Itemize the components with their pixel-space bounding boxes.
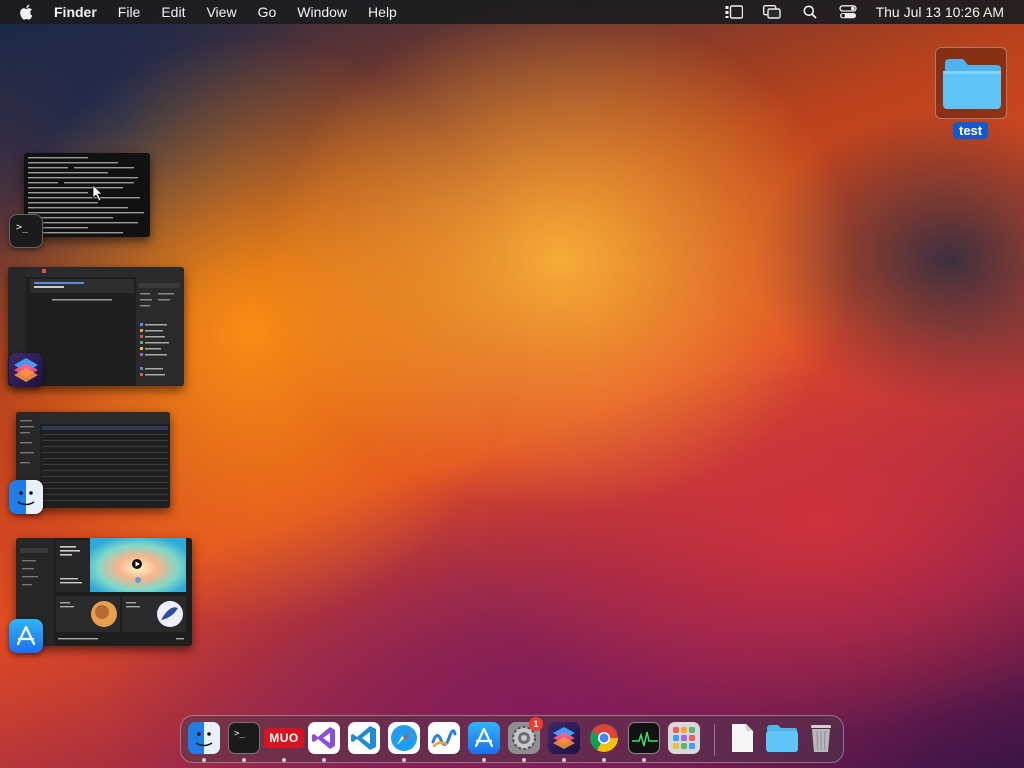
finder-app-icon[interactable] — [9, 480, 43, 514]
dock-finder[interactable] — [188, 722, 220, 754]
dock-launchpad[interactable] — [668, 722, 700, 754]
menu-app-name[interactable]: Finder — [54, 4, 97, 20]
muo-logo-text: MUO — [269, 731, 299, 745]
chrome-icon — [590, 724, 618, 752]
apple-icon[interactable] — [18, 3, 36, 21]
control-center-icon[interactable] — [838, 4, 858, 20]
terminal-icon: >_ — [234, 729, 245, 739]
svg-text:>_: >_ — [16, 222, 29, 233]
dock: >_ MUO — [180, 715, 844, 763]
dock-terminal-running — [242, 758, 246, 762]
dock-shortcuts-running — [562, 758, 566, 762]
stage-manager-icon[interactable] — [724, 4, 744, 20]
shortcuts-app-icon[interactable] — [9, 353, 43, 387]
dock-folder[interactable] — [765, 722, 799, 754]
dock-freeform[interactable] — [428, 722, 460, 754]
dock-chrome[interactable] — [588, 722, 620, 754]
folder-icon — [943, 59, 1001, 109]
desktop-folder-label[interactable]: test — [953, 122, 989, 139]
safari-icon — [391, 725, 417, 751]
menu-clock[interactable]: Thu Jul 13 10:26 AM — [876, 4, 1004, 20]
freeform-icon — [431, 729, 457, 748]
dock-trash[interactable] — [805, 722, 837, 754]
dock-safari-running — [402, 758, 406, 762]
app-store-icon — [474, 727, 494, 748]
launchpad-icon — [673, 727, 695, 749]
desktop-folder[interactable] — [935, 47, 1007, 119]
dock-chrome-running — [602, 758, 606, 762]
menu-window[interactable]: Window — [297, 4, 347, 20]
dock-activity-monitor-running — [642, 758, 646, 762]
terminal-app-icon[interactable]: >_ — [9, 214, 43, 248]
visual-studio-icon — [312, 727, 335, 749]
menu-file[interactable]: File — [118, 4, 141, 20]
dock-visual-studio[interactable] — [308, 722, 340, 754]
shortcuts-icon — [553, 727, 575, 749]
search-icon[interactable] — [800, 4, 820, 20]
svg-text:>_: >_ — [234, 729, 245, 739]
dock-terminal[interactable]: >_ — [228, 722, 260, 754]
menu-help[interactable]: Help — [368, 4, 397, 20]
dock-separator — [714, 724, 715, 756]
system-settings-badge: 1 — [529, 717, 543, 731]
activity-monitor-icon — [632, 731, 658, 747]
dock-finder-running — [202, 758, 206, 762]
dock-app-store-running — [482, 758, 486, 762]
menu-bar: Finder File Edit View Go Window Help Thu… — [0, 0, 1024, 24]
menu-edit[interactable]: Edit — [161, 4, 185, 20]
finder-icon — [195, 732, 213, 747]
trash-icon — [811, 725, 831, 752]
dock-safari[interactable] — [388, 722, 420, 754]
app-store-app-icon[interactable] — [9, 619, 43, 653]
menu-view[interactable]: View — [206, 4, 236, 20]
dock-document[interactable] — [726, 722, 758, 754]
dock-muo-running — [282, 758, 286, 762]
menu-go[interactable]: Go — [258, 4, 277, 20]
document-icon — [732, 724, 753, 752]
dock-activity-monitor[interactable] — [628, 722, 660, 754]
screen-mirroring-icon[interactable] — [762, 4, 782, 20]
folder-icon — [766, 725, 798, 752]
dock-vscode[interactable] — [348, 722, 380, 754]
dock-system-settings-running — [522, 758, 526, 762]
vscode-icon — [351, 726, 376, 750]
dock-app-store[interactable] — [468, 722, 500, 754]
dock-shortcuts[interactable] — [548, 722, 580, 754]
dock-visual-studio-running — [322, 758, 326, 762]
dock-muo[interactable]: MUO — [264, 728, 304, 748]
